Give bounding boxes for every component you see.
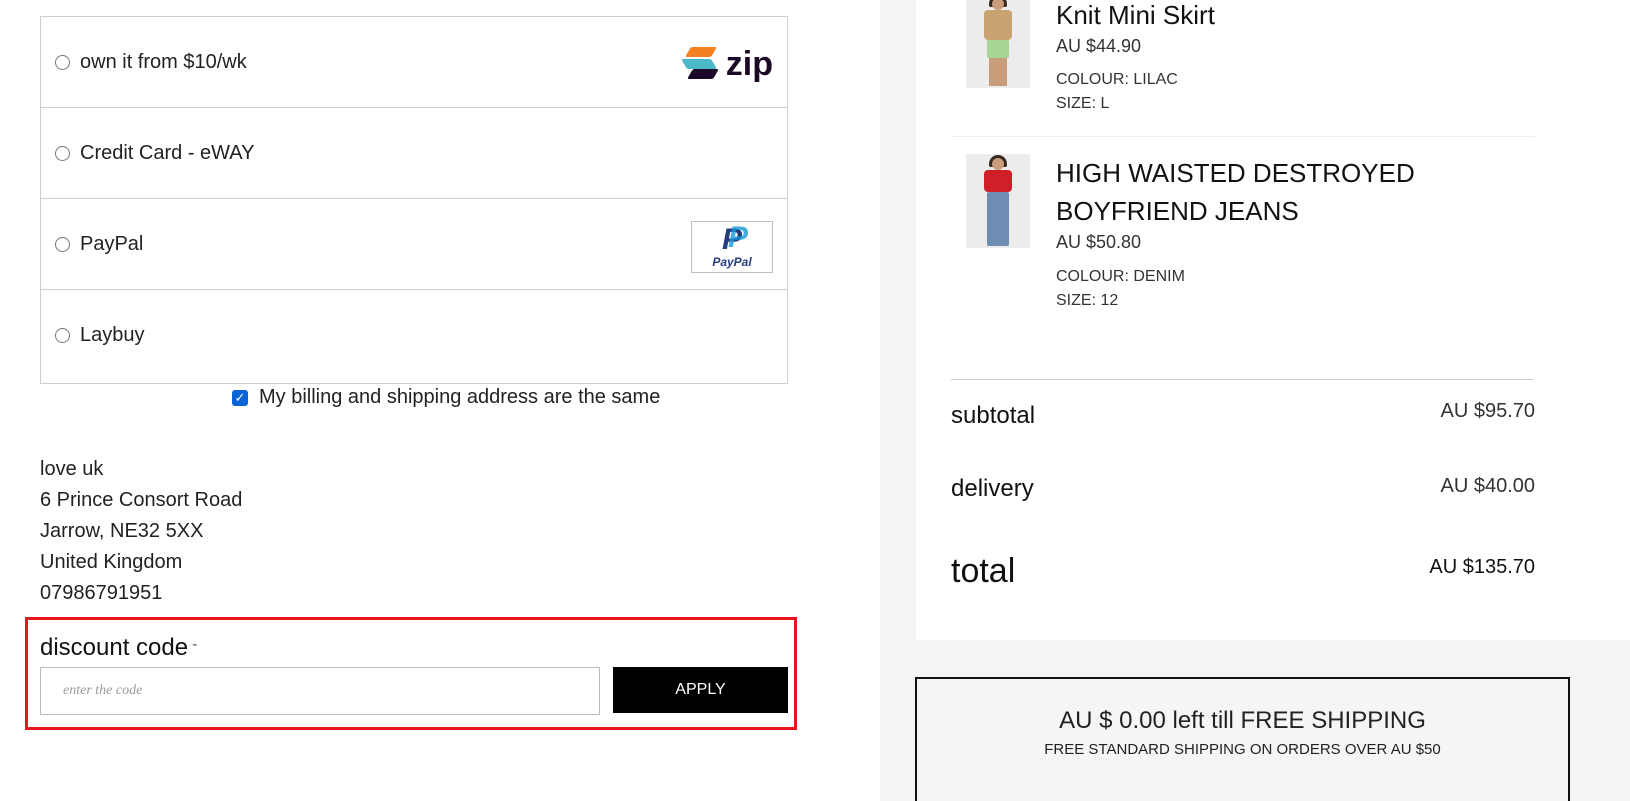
collapse-icon[interactable]: -: [192, 636, 197, 653]
total-label: total: [951, 552, 1016, 590]
payment-method-list: own it from $10/wk zip Credit Card - eWA…: [40, 16, 788, 384]
cart-item-colour: COLOUR: LILAC: [1056, 71, 1178, 88]
product-thumbnail[interactable]: [966, 0, 1030, 88]
cart-item-name-line1[interactable]: HIGH WAISTED DESTROYED: [1056, 154, 1415, 192]
cart-item-size: SIZE: L: [1056, 95, 1110, 112]
payment-option-laybuy[interactable]: Laybuy: [41, 290, 787, 381]
billing-same-row[interactable]: ✓ My billing and shipping address are th…: [232, 386, 660, 409]
subtotal-label: subtotal: [951, 402, 1036, 429]
free-shipping-message: AU $ 0.00 left till FREE SHIPPING: [1059, 707, 1426, 734]
cart-item-price: AU $44.90: [1056, 36, 1142, 56]
free-shipping-note: FREE STANDARD SHIPPING ON ORDERS OVER AU…: [1044, 741, 1441, 758]
payment-option-credit-card[interactable]: Credit Card - eWAY: [41, 108, 787, 199]
address-name: love uk: [40, 458, 104, 480]
payment-radio-paypal[interactable]: [55, 236, 70, 252]
free-shipping-banner: AU $ 0.00 left till FREE SHIPPING FREE S…: [915, 677, 1570, 801]
cart-item-name[interactable]: Knit Mini Skirt: [1056, 0, 1215, 34]
paypal-logo-text: PayPal: [712, 255, 752, 269]
payment-radio-laybuy[interactable]: [55, 328, 70, 343]
total-value: AU $135.70: [1429, 556, 1535, 578]
paypal-p-icon: PP: [721, 221, 748, 256]
address-phone: 07986791951: [40, 582, 163, 604]
totals-divider: [951, 379, 1534, 380]
discount-title[interactable]: discount code -: [40, 634, 197, 662]
zip-mark-icon: [680, 47, 720, 81]
subtotal-value: AU $95.70: [1440, 400, 1535, 422]
zip-logo: zip: [680, 45, 773, 83]
discount-code-input[interactable]: [40, 667, 600, 715]
discount-code-section: discount code- APPLY: [25, 617, 797, 730]
billing-same-checkbox[interactable]: ✓: [232, 389, 248, 406]
cart-item-name-line2[interactable]: BOYFRIEND JEANS: [1056, 192, 1299, 230]
address-line2: Jarrow, NE32 5XX: [40, 520, 204, 542]
payment-option-label: Credit Card - eWAY: [80, 141, 255, 164]
payment-radio-zip[interactable]: [55, 54, 70, 70]
delivery-value: AU $40.00: [1440, 475, 1535, 497]
payment-option-label: own it from $10/wk: [80, 50, 247, 73]
item-divider: [952, 136, 1535, 137]
cart-item-size: SIZE: 12: [1056, 292, 1119, 309]
shipping-address: love uk 6 Prince Consort Road Jarrow, NE…: [40, 454, 242, 609]
address-country: United Kingdom: [40, 551, 183, 573]
payment-option-label: PayPal: [80, 232, 144, 255]
apply-discount-button[interactable]: APPLY: [613, 667, 788, 713]
payment-option-label: Laybuy: [80, 324, 145, 346]
product-thumbnail[interactable]: [966, 154, 1030, 248]
discount-title-text: discount code: [40, 634, 189, 661]
payment-option-zip[interactable]: own it from $10/wk zip: [41, 17, 787, 108]
payment-option-paypal[interactable]: PayPal PP PayPal: [41, 199, 787, 290]
address-line1: 6 Prince Consort Road: [40, 489, 243, 511]
payment-radio-credit-card[interactable]: [55, 145, 70, 161]
cart-item-colour: COLOUR: DENIM: [1056, 268, 1185, 285]
delivery-label: delivery: [951, 475, 1034, 502]
billing-same-label: My billing and shipping address are the …: [259, 386, 661, 408]
order-summary-panel: Knit Mini Skirt AU $44.90 COLOUR: LILAC …: [916, 0, 1630, 640]
zip-logo-text: zip: [725, 45, 773, 83]
cart-item-price: AU $50.80: [1056, 232, 1142, 252]
paypal-logo: PP PayPal: [691, 221, 773, 273]
